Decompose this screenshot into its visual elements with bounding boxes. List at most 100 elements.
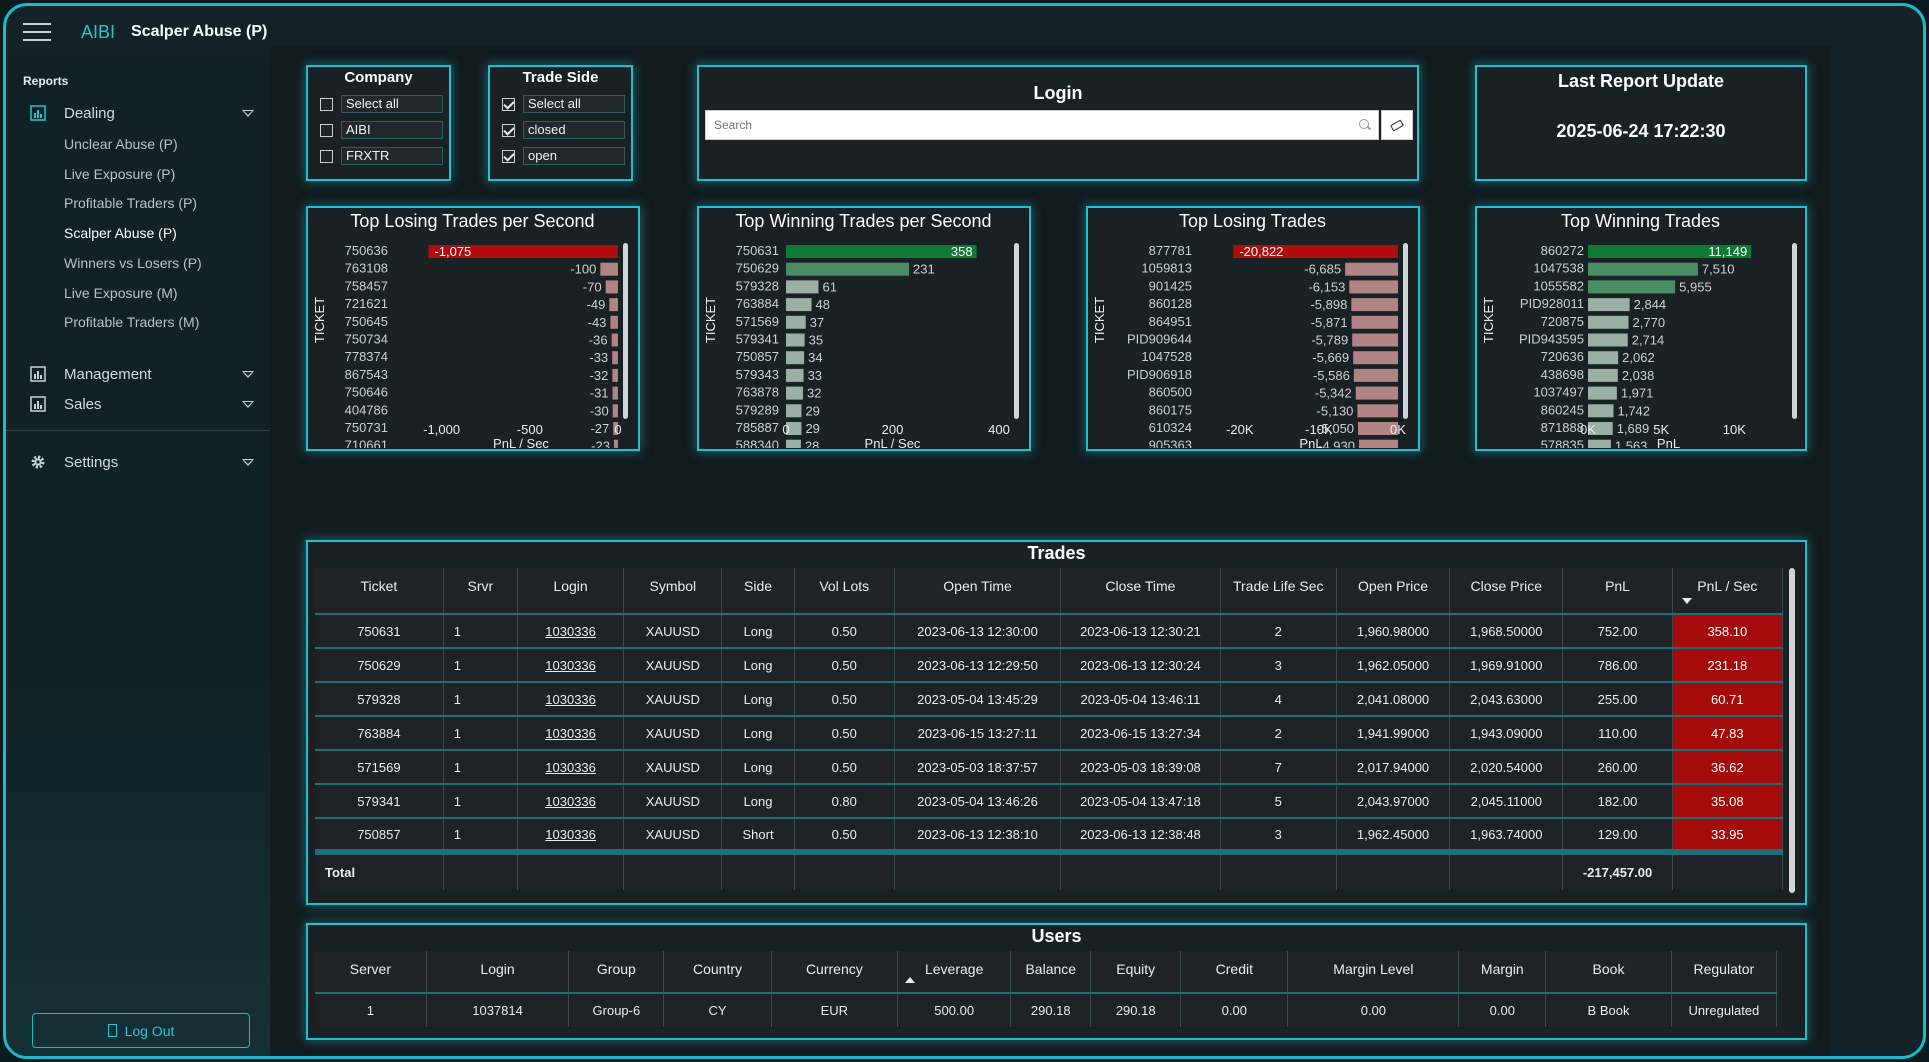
company-option-aibi[interactable]: AIBI [320,121,443,139]
checkbox-checked[interactable] [502,149,515,163]
column-header[interactable]: Margin Level [1287,951,1460,993]
column-header[interactable]: Ticket [315,568,444,614]
bar[interactable] [1588,280,1676,294]
bar[interactable] [1353,351,1398,365]
bar[interactable] [786,280,819,294]
checkbox-checked[interactable] [502,123,515,137]
bar[interactable] [1588,333,1628,347]
bar[interactable] [1588,439,1611,453]
chevron-down-icon[interactable] [242,370,254,378]
table-cell[interactable]: 1030336 [517,817,625,852]
bar[interactable] [609,298,618,312]
clear-filter-button[interactable] [1381,110,1413,140]
bar[interactable] [1345,262,1398,276]
bar[interactable] [1588,315,1629,329]
company-option-frxtr[interactable]: FRXTR [320,147,443,165]
table-cell[interactable]: 1030336 [517,647,625,682]
bar[interactable] [786,404,802,418]
sort-desc-icon[interactable] [1681,598,1692,604]
checkbox[interactable] [320,123,333,137]
column-header[interactable]: Group [568,951,665,993]
bar[interactable] [1588,368,1618,382]
table-row[interactable]: 1 1037814 Group-6 CY EUR 500.00 290.18 290.18 0.… [315,992,1778,1027]
sidebar-item-unclear-abuse[interactable]: Unclear Abuse (P) [64,136,178,152]
sidebar-item-profitable-traders-m[interactable]: Profitable Traders (M) [64,314,199,330]
bar[interactable] [1352,333,1398,347]
column-header[interactable]: Login [517,568,625,614]
chart-scrollbar[interactable] [1792,243,1797,419]
bar[interactable] [612,386,618,400]
table-row[interactable]: 750857 1 1030336 XAUUSD Short 0.50 2023-06-13 … [315,817,1784,852]
sidebar-item-live-exposure-p[interactable]: Live Exposure (P) [64,166,175,182]
chevron-down-icon[interactable] [242,400,254,408]
column-header[interactable]: Book [1545,951,1672,993]
bar[interactable] [786,386,804,400]
bar[interactable] [610,315,618,329]
chart-scrollbar[interactable] [1014,243,1019,419]
bar[interactable] [612,368,618,382]
column-header[interactable]: Symbol [623,568,723,614]
bar[interactable] [1588,404,1614,418]
trades-scrollbar[interactable] [1789,568,1795,893]
logout-button[interactable]: Log Out [32,1013,250,1048]
login-search-input[interactable] [705,110,1379,140]
bar[interactable] [613,439,618,453]
table-cell[interactable]: 1030336 [517,749,625,784]
column-header[interactable]: Leverage [897,951,1012,993]
column-header[interactable]: Login [426,951,570,993]
bar[interactable] [611,333,618,347]
sidebar-group-management[interactable]: Management [6,360,270,388]
chart-scrollbar[interactable] [1403,243,1408,419]
bar[interactable] [786,315,806,329]
company-option-select-all[interactable]: Select all [320,95,443,113]
chart-scrollbar[interactable] [623,243,628,419]
column-header[interactable]: Srvr [443,568,518,614]
bar[interactable] [1351,298,1398,312]
column-header[interactable]: Open Price [1336,568,1451,614]
bar[interactable] [786,298,812,312]
chevron-down-icon[interactable] [242,458,254,466]
column-header[interactable]: Regulator [1671,951,1778,993]
table-row[interactable]: 750629 1 1030336 XAUUSD Long 0.50 2023-06-13 1… [315,647,1784,682]
bar[interactable] [1349,280,1398,294]
chevron-down-icon[interactable] [242,109,254,117]
checkbox[interactable] [320,97,333,111]
column-header[interactable]: Equity [1090,951,1182,993]
column-header[interactable]: Credit [1180,951,1289,993]
column-header[interactable]: Server [315,951,427,993]
checkbox[interactable] [320,149,333,163]
checkbox-checked[interactable] [502,97,515,111]
bar[interactable] [1588,262,1698,276]
table-cell[interactable]: 1030336 [517,613,625,648]
sidebar-item-scalper-abuse[interactable]: Scalper Abuse (P) [64,225,177,241]
sidebar-group-dealing[interactable]: Dealing [6,99,270,127]
sort-asc-icon[interactable] [905,977,916,983]
bar[interactable] [786,368,804,382]
bar[interactable] [612,404,618,418]
column-header[interactable]: Margin [1458,951,1547,993]
bar[interactable] [1351,315,1398,329]
column-header[interactable]: Balance [1010,951,1092,993]
bar[interactable] [786,245,977,258]
table-cell[interactable]: 1030336 [517,715,625,750]
column-header[interactable]: Close Price [1449,568,1564,614]
bar[interactable] [1588,298,1630,312]
table-row[interactable]: 571569 1 1030336 XAUUSD Long 0.50 2023-05-03 1… [315,749,1784,784]
bar[interactable] [1357,404,1398,418]
table-row[interactable]: 579328 1 1030336 XAUUSD Long 0.50 2023-05-04 1… [315,681,1784,716]
bar[interactable] [786,333,805,347]
bar[interactable] [1588,351,1619,365]
column-header[interactable]: Vol Lots [794,568,895,614]
column-header[interactable]: Currency [771,951,899,993]
column-header[interactable]: Side [721,568,795,614]
table-cell[interactable]: 1030336 [517,783,625,818]
bar[interactable] [786,262,910,276]
bar[interactable] [1359,439,1398,453]
table-cell[interactable]: 1030336 [517,681,625,716]
trade-side-option-select-all[interactable]: Select all [502,95,625,113]
bar[interactable] [786,351,805,365]
column-header[interactable]: Close Time [1060,568,1221,614]
bar[interactable] [612,351,618,365]
bar[interactable] [605,280,618,294]
bar[interactable] [1353,368,1398,382]
